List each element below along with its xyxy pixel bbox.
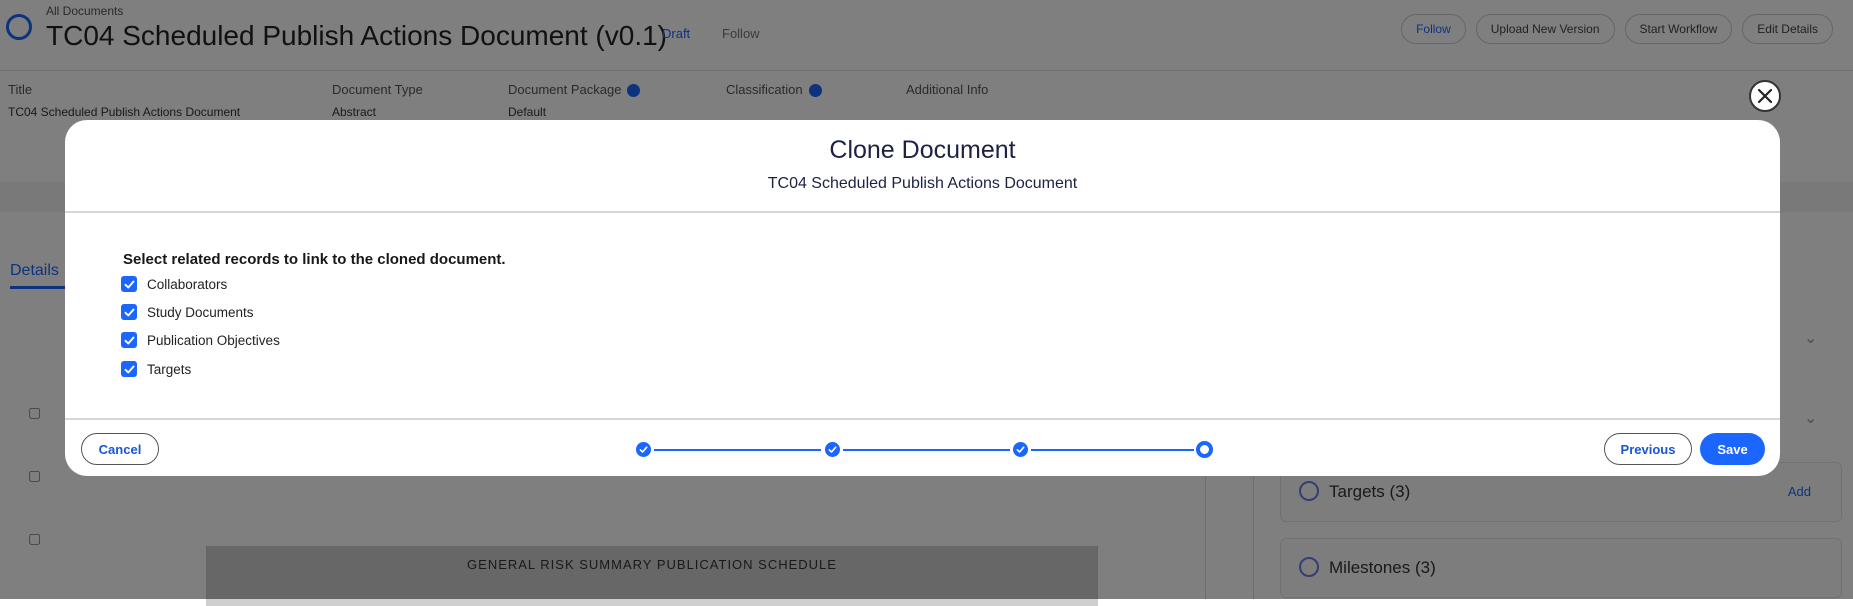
step-3-complete [1013, 442, 1028, 457]
save-button[interactable]: Save [1700, 433, 1765, 465]
check-icon [124, 280, 134, 288]
option-collaborators[interactable]: Collaborators [121, 276, 227, 292]
option-targets[interactable]: Targets [121, 361, 191, 377]
step-2-complete [825, 442, 840, 457]
check-icon [124, 308, 134, 316]
option-label: Study Documents [147, 304, 254, 320]
clone-document-dialog: Clone Document TC04 Scheduled Publish Ac… [65, 120, 1780, 476]
check-icon [1016, 446, 1025, 453]
checkbox-publication-objectives[interactable] [121, 332, 137, 348]
check-icon [124, 365, 134, 373]
dialog-footer: Cancel Previous Save [65, 418, 1780, 476]
checkbox-targets[interactable] [121, 361, 137, 377]
dialog-subtitle: TC04 Scheduled Publish Actions Document [767, 175, 1078, 192]
step-connector [843, 449, 1010, 451]
dialog-title: Clone Document [829, 136, 1016, 164]
step-connector [1031, 449, 1194, 451]
check-icon [639, 446, 648, 453]
instruction-text: Select related records to link to the cl… [123, 251, 506, 268]
close-icon[interactable] [1749, 80, 1781, 112]
step-4-current [1196, 441, 1213, 458]
option-label: Collaborators [147, 276, 228, 292]
checkbox-study-documents[interactable] [121, 304, 137, 320]
check-icon [828, 446, 837, 453]
dialog-header: Clone Document TC04 Scheduled Publish Ac… [65, 120, 1780, 213]
check-icon [124, 336, 134, 344]
option-study-documents[interactable]: Study Documents [121, 304, 254, 320]
step-connector [654, 449, 821, 451]
option-label: Publication Objectives [147, 332, 280, 348]
step-1-complete [636, 442, 651, 457]
previous-button[interactable]: Previous [1604, 433, 1692, 465]
checkbox-collaborators[interactable] [121, 276, 137, 292]
cancel-button[interactable]: Cancel [81, 433, 159, 465]
option-label: Targets [147, 361, 192, 377]
option-publication-objectives[interactable]: Publication Objectives [121, 332, 280, 348]
